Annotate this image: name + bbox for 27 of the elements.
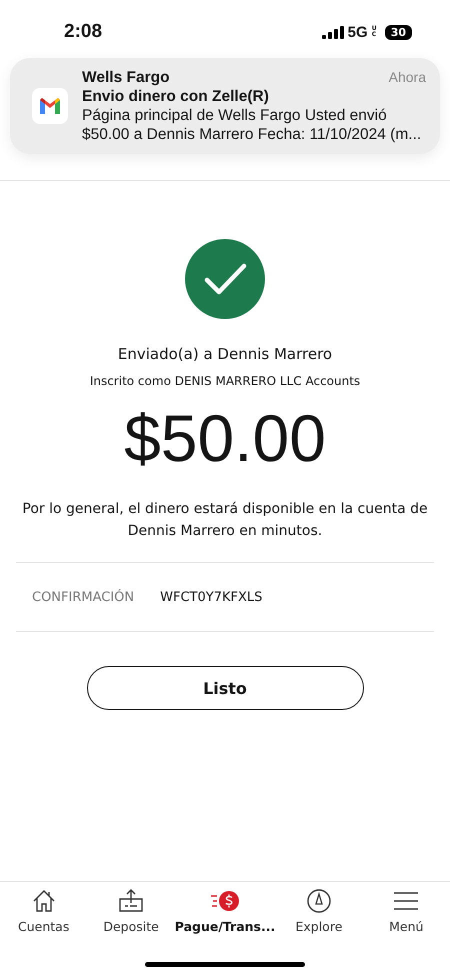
mail-app-icon [32, 88, 68, 124]
recipient-text: Enviado(a) a Dennis Marrero [118, 345, 332, 363]
deposit-icon [118, 888, 144, 914]
done-button[interactable]: Listo [86, 666, 364, 710]
battery-indicator: 30 [384, 24, 412, 40]
tab-item[interactable]: Cuentas [0, 888, 88, 962]
network-label: 5G [348, 24, 368, 40]
confirmation-label: CONFIRMACIÓN [32, 590, 134, 604]
success-check-icon [185, 239, 265, 319]
notification-card[interactable]: Wells Fargo Ahora Envio dinero con Zelle(R) Página principal de Wells Fargo Usted envió $50.00 a Dennis Marrero Fecha: 11/10/2024 (m... [10, 58, 440, 154]
compass-icon [306, 888, 332, 914]
home-icon [30, 888, 57, 914]
tab-item[interactable]: Pague/Trans... [174, 888, 276, 962]
confirmation-code: WFCT0Y7KFXLS [160, 590, 262, 604]
availability-message: Por lo general, el dinero estará disponible en la cuenta de Dennis Marrero en minutos. [21, 500, 429, 541]
notification-app: Wells Fargo [82, 68, 170, 87]
notification-time: Ahora [388, 68, 426, 87]
notification-title: Envio dinero con Zelle(R) [82, 87, 270, 106]
amount: $50.00 [124, 400, 326, 477]
enrolled-text: Inscrito como DENIS MARRERO LLC Accounts [90, 374, 360, 388]
tab-item[interactable]: Deposite [87, 888, 175, 962]
tab-item[interactable]: Menú [362, 888, 450, 962]
notification-body: Página principal de Wells Fargo Usted envió $50.00 a Dennis Marrero Fecha: 11/10/2024 (m... [82, 106, 422, 144]
signal-icon [322, 26, 344, 38]
tab-item[interactable]: Explore [275, 888, 363, 962]
status-time: 2:08 [64, 21, 102, 43]
payment-icon [210, 888, 240, 914]
